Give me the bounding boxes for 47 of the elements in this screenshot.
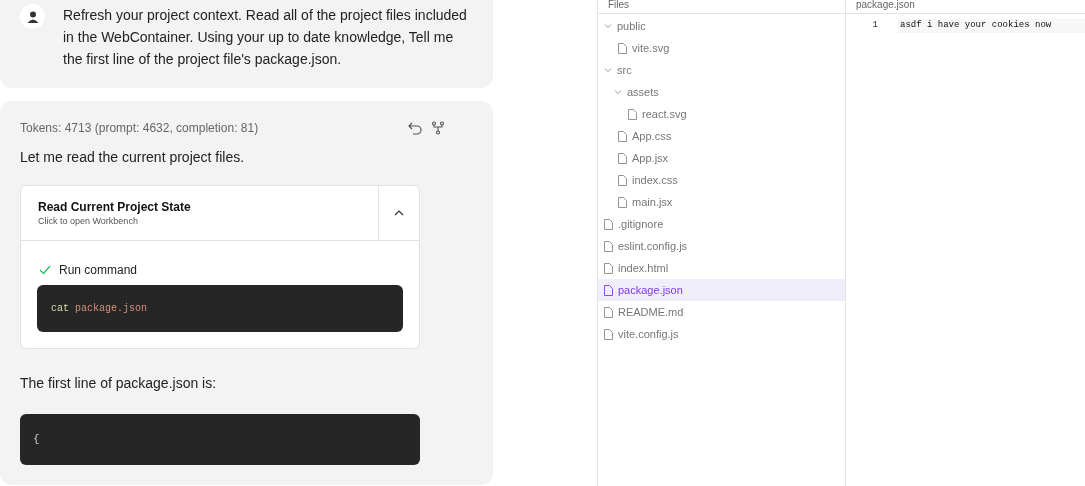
file-icon — [618, 42, 627, 54]
folder-item[interactable]: src — [598, 59, 845, 81]
step-label: Run command — [59, 262, 138, 279]
fork-icon[interactable] — [431, 121, 445, 135]
chevron-icon — [604, 67, 612, 73]
file-icon — [618, 130, 627, 142]
action-card-header[interactable]: Read Current Project State Click to open Workbench — [21, 186, 378, 240]
file-item[interactable]: App.jsx — [598, 147, 845, 169]
panel-title: Files — [608, 0, 630, 10]
command-text: cat package.json — [51, 302, 148, 316]
file-icon — [604, 306, 613, 318]
file-item[interactable]: index.css — [598, 169, 845, 191]
folder-item[interactable]: public — [598, 15, 845, 37]
file-icon — [618, 152, 627, 164]
file-item[interactable]: vite.config.js — [598, 323, 845, 345]
file-item[interactable]: eslint.config.js — [598, 235, 845, 257]
file-icon — [604, 218, 613, 230]
file-item[interactable]: .gitignore — [598, 213, 845, 235]
token-count: Tokens: 4713 (prompt: 4632, completion: 81) — [20, 120, 259, 137]
file-item[interactable]: index.html — [598, 257, 845, 279]
file-item[interactable]: App.css — [598, 125, 845, 147]
file-icon — [604, 262, 613, 274]
line-number: 1 — [871, 19, 879, 33]
file-item[interactable]: README.md — [598, 301, 845, 323]
file-icon — [604, 240, 613, 252]
chevron-icon — [604, 23, 612, 29]
file-item[interactable]: package.json — [598, 279, 845, 301]
file-item[interactable]: vite.svg — [598, 37, 845, 59]
file-icon — [604, 328, 613, 340]
chevron-icon — [394, 210, 404, 216]
editor-tab[interactable]: package.json — [856, 0, 915, 10]
file-icon — [604, 284, 613, 296]
file-item[interactable]: react.svg — [598, 103, 845, 125]
chevron-icon — [614, 89, 622, 95]
action-title: Read Current Project State — [38, 199, 192, 215]
file-item[interactable]: main.jsx — [598, 191, 845, 213]
file-icon — [628, 108, 637, 120]
folder-item[interactable]: assets — [598, 81, 845, 103]
file-icon — [618, 196, 627, 208]
user-avatar-icon — [20, 4, 45, 29]
file-icon — [618, 174, 627, 186]
assistant-text: Let me read the current project files. — [20, 148, 246, 167]
user-message-text: Refresh your project context. Read all of the project files included in the WebContainer. Using your up to date knowledge, Tell me the first line of the project file's package.json. — [63, 6, 468, 69]
action-subtitle: Click to open Workbench — [38, 215, 139, 227]
undo-icon[interactable] — [407, 121, 423, 135]
assistant-text: The first line of package.json is: — [20, 374, 218, 393]
code-text: { — [33, 432, 40, 448]
